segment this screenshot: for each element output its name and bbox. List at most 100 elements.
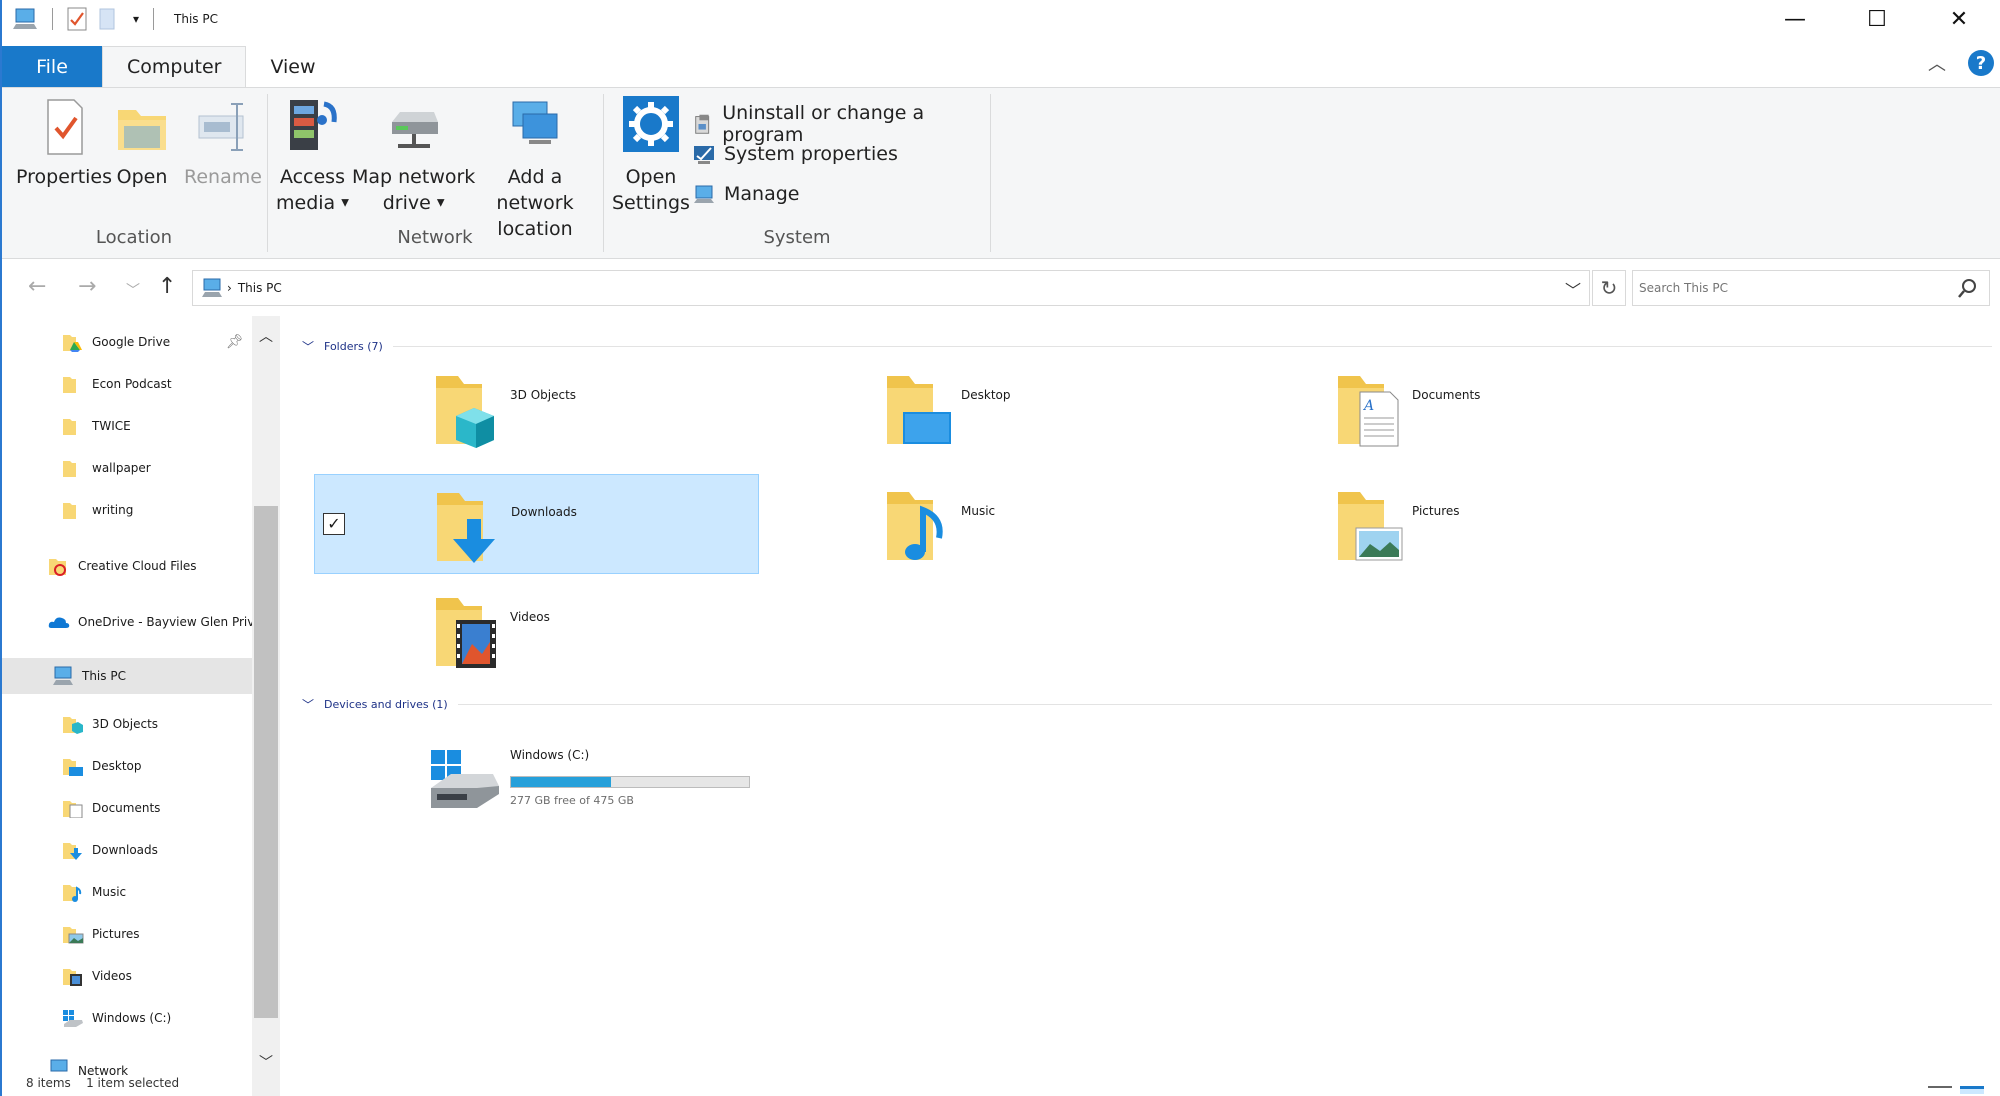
group-separator [990,94,991,252]
folder-tile-desktop[interactable]: Desktop [765,358,1210,458]
pin-icon[interactable]: 📌︎ [226,334,244,350]
3d-objects-folder-icon [436,376,494,448]
folder-tile-music[interactable]: Music [765,474,1210,574]
videos-folder-icon [436,598,496,668]
nav-item-econ-podcast[interactable]: Econ Podcast [62,366,172,402]
folder-tile-pictures[interactable]: Pictures [1216,474,1661,574]
properties-button[interactable]: Properties [16,96,112,190]
section-divider [392,346,1992,347]
new-folder-icon[interactable] [97,7,117,31]
folder-name: 3D Objects [510,388,577,402]
open-label: Open [116,166,168,188]
breadcrumb-chevron-icon[interactable]: › [227,281,232,295]
ribbon-tabs: File Computer View ︿ ? [2,46,2000,87]
tab-file[interactable]: File [2,46,102,87]
documents-folder-icon: A [1338,376,1399,447]
nav-item-documents[interactable]: Documents [62,790,160,826]
nav-item-pictures[interactable]: Pictures [62,916,140,952]
address-bar[interactable]: › This PC ﹀ [192,270,1590,306]
add-network-location-button[interactable]: Add a network location [468,96,602,242]
nav-item-wallpaper[interactable]: wallpaper [62,450,151,486]
documents-folder-icon [63,801,83,818]
music-folder-icon [887,492,943,560]
breadcrumb-this-pc[interactable]: This PC [238,281,282,295]
folders-section-header[interactable]: ﹀ Folders (7) [302,338,1992,355]
nav-item-google-drive[interactable]: Google Drive 📌︎ [62,324,244,360]
folder-tile-3d-objects[interactable]: 3D Objects [314,358,759,458]
folder-icon [63,461,76,477]
close-button[interactable]: ✕ [1918,0,2000,38]
folder-name: Videos [510,610,550,624]
section-divider [457,704,1992,705]
up-arrow-icon[interactable]: ↑ [158,274,176,299]
navigation-pane: Google Drive 📌︎ Econ Podcast TWICE wallp… [2,316,282,1096]
nav-item-onedrive[interactable]: OneDrive - Bayview Glen Private Scho [48,604,254,640]
devices-section-header[interactable]: ﹀ Devices and drives (1) [302,696,1992,713]
scroll-down-chevron-icon[interactable]: ﹀ [252,1052,280,1072]
search-icon[interactable] [1957,277,1979,299]
collapse-ribbon-chevron-up-icon[interactable]: ︿ [1928,50,1946,76]
nav-item-downloads[interactable]: Downloads [62,832,158,868]
open-button[interactable]: Open [114,96,170,190]
file-explorer-window: ▾ This PC — ☐ ✕ File Computer View ︿ ? P… [0,0,2000,1096]
nav-item-desktop[interactable]: Desktop [62,748,142,784]
selection-checkbox-checked-icon[interactable]: ✓ [323,513,345,535]
large-icons-view-icon[interactable] [1960,1086,1984,1094]
nav-item-3d-objects[interactable]: 3D Objects [62,706,158,742]
this-pc-icon[interactable] [12,7,38,31]
search-input[interactable] [1633,281,1933,295]
nav-item-creative-cloud-files[interactable]: Creative Cloud Files [48,548,197,584]
open-settings-button[interactable]: Open Settings [612,96,690,216]
ribbon: Properties Open Rename Location Access m… [2,87,2000,259]
back-arrow-icon[interactable]: ← [28,274,46,299]
status-text: 8 items 1 item selected [26,1076,180,1090]
nav-item-windows-c[interactable]: Windows (C:) [62,1000,171,1036]
minimize-button[interactable]: — [1754,0,1836,38]
maximize-button[interactable]: ☐ [1836,0,1918,38]
nav-item-twice[interactable]: TWICE [62,408,131,444]
nav-pane-scrollbar[interactable]: ︿ ﹀ [252,316,280,1096]
this-pc-icon [202,278,222,297]
tab-view[interactable]: View [246,46,339,87]
folder-tile-documents[interactable]: A Documents [1216,358,1661,458]
network-icon [50,1059,68,1072]
customize-toolbar-chevron-icon[interactable]: ▾ [133,12,139,26]
location-group-label: Location [95,227,173,248]
folder-name: Pictures [1412,504,1460,518]
nav-item-music[interactable]: Music [62,874,126,910]
rename-icon [198,103,244,151]
folder-tile-downloads[interactable]: ✓ Downloads [314,474,759,574]
uninstall-program-button[interactable]: Uninstall or change a program [692,102,990,146]
minimize-icon: — [1784,6,1806,32]
rename-button[interactable]: Rename [184,96,262,190]
recent-locations-chevron-icon[interactable]: ﹀ [126,280,140,300]
help-icon[interactable]: ? [1968,50,1994,76]
forward-arrow-icon[interactable]: → [78,274,96,299]
drive-free-space: 277 GB free of 475 GB [510,794,634,807]
folder-name: Desktop [961,388,1011,402]
access-media-button[interactable]: Access media ▼ [276,96,349,217]
nav-item-writing[interactable]: writing [62,492,133,528]
videos-folder-icon [63,969,82,986]
nav-item-this-pc[interactable]: This PC [2,658,252,694]
nav-item-label: Documents [92,801,161,815]
nav-item-label: writing [92,503,134,517]
refresh-button[interactable]: ↻ [1592,270,1626,306]
address-history-chevron-icon[interactable]: ﹀ [1565,277,1581,301]
search-box[interactable] [1632,270,1990,306]
manage-label: Manage [724,183,800,205]
uninstall-program-icon [695,114,710,134]
tab-computer[interactable]: Computer [102,46,247,87]
map-network-drive-button[interactable]: Map network drive ▼ [352,96,475,217]
folder-tile-videos[interactable]: Videos [314,580,759,680]
details-view-icon[interactable] [1928,1086,1952,1094]
scrollbar-thumb[interactable] [254,506,278,1018]
ribbon-right-controls: ︿ ? [1928,50,1994,76]
system-properties-button[interactable]: System properties [692,142,898,166]
manage-button[interactable]: Manage [692,182,799,206]
properties-icon[interactable] [67,7,87,31]
devices-section-label: Devices and drives (1) [324,698,448,711]
nav-item-videos[interactable]: Videos [62,958,132,994]
scroll-up-chevron-icon[interactable]: ︿ [252,326,280,346]
drive-tile-windows-c[interactable]: Windows (C:) 277 GB free of 475 GB [314,718,759,818]
